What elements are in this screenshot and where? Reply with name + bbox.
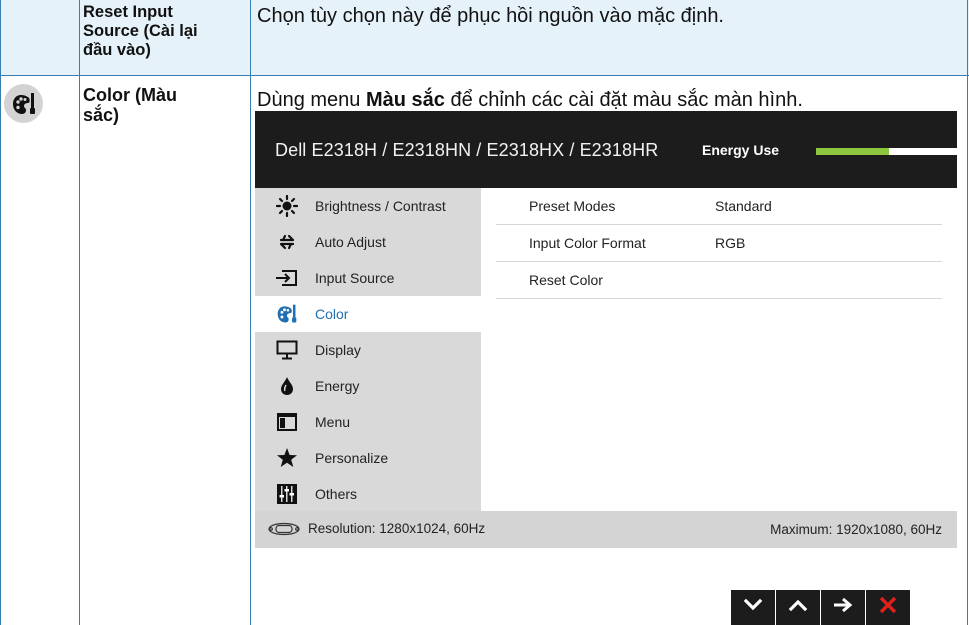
desc-text: để chỉnh các cài đặt màu sắc màn hình.	[444, 89, 803, 111]
option-value: Standard	[715, 198, 772, 214]
auto-adjust-arrows-icon	[275, 230, 299, 254]
energy-drop-icon	[275, 374, 299, 398]
option-input-color-format[interactable]: Input Color Format RGB	[496, 225, 942, 262]
menu-item-energy[interactable]: Energy	[255, 368, 481, 404]
menu-item-auto-adjust[interactable]: Auto Adjust	[255, 224, 481, 260]
resolution-text: Resolution: 1280x1024, 60Hz	[308, 521, 486, 536]
row-title-line: Source (Cài lại	[83, 22, 198, 40]
option-name: Reset Color	[529, 272, 603, 288]
sliders-icon	[275, 482, 299, 506]
table-border-col1	[79, 0, 80, 625]
row-title-line: sắc)	[83, 105, 120, 125]
row-title-color: Color (Màu sắc)	[83, 85, 177, 125]
energy-use-meter	[816, 148, 957, 155]
monitor-icon	[275, 338, 299, 362]
vga-connector-icon	[267, 522, 301, 536]
star-icon	[275, 446, 299, 470]
menu-item-label: Others	[315, 486, 358, 502]
desc-bold-text: Màu sắc	[365, 89, 445, 111]
chevron-up-icon	[788, 598, 808, 617]
menu-item-others[interactable]: Others	[255, 476, 481, 512]
input-source-icon	[275, 266, 299, 290]
table-border-col2	[250, 0, 251, 625]
close-icon	[879, 596, 897, 619]
menu-item-label: Color	[315, 306, 349, 322]
osd-main-menu: Brightness / Contrast Auto Adjust Input …	[255, 188, 481, 512]
menu-item-brightness-contrast[interactable]: Brightness / Contrast	[255, 188, 481, 224]
menu-item-personalize[interactable]: Personalize	[255, 440, 481, 476]
row-title-line: Color (Màu	[83, 85, 177, 105]
row-description-color: Dùng menu Màu sắc để chỉnh các cài đặt m…	[257, 88, 803, 112]
table-border-right	[967, 0, 968, 625]
osd-model-title: Dell E2318H / E2318HN / E2318HX / E2318H…	[275, 140, 659, 160]
energy-use-label: Energy Use	[702, 142, 780, 158]
menu-item-label: Menu	[315, 414, 351, 430]
energy-use-fill	[816, 148, 890, 155]
resolution-info: Resolution: 1280x1024, 60Hz	[267, 521, 485, 536]
option-preset-modes[interactable]: Preset Modes Standard	[496, 188, 942, 225]
osd-header: Dell E2318H / E2318HN / E2318HX / E2318H…	[255, 111, 957, 188]
nav-down-button[interactable]	[731, 590, 775, 625]
color-palette-icon	[4, 84, 43, 123]
nav-up-button[interactable]	[776, 590, 820, 625]
color-palette-icon	[275, 302, 299, 326]
option-reset-color[interactable]: Reset Color	[496, 262, 942, 299]
option-name: Input Color Format	[529, 235, 646, 251]
osd-menu-screenshot: Dell E2318H / E2318HN / E2318HX / E2318H…	[255, 111, 957, 548]
menu-item-label: Auto Adjust	[315, 234, 386, 250]
option-value: RGB	[715, 235, 746, 251]
row-description-reset-input-source: Chọn tùy chọn này để phục hồi nguồn vào …	[257, 5, 724, 27]
table-row-divider	[0, 75, 969, 76]
chevron-down-icon	[743, 598, 763, 617]
menu-item-label: Input Source	[315, 270, 395, 286]
option-name: Preset Modes	[529, 198, 616, 214]
nav-enter-button[interactable]	[821, 590, 865, 625]
menu-item-label: Personalize	[315, 450, 389, 466]
nav-exit-button[interactable]	[866, 590, 910, 625]
row-title-line: Reset Input	[83, 3, 173, 21]
row-title-reset-input-source: Reset Input Source (Cài lại đầu vào)	[83, 3, 198, 60]
arrow-right-icon	[832, 597, 854, 618]
desc-text: Dùng menu	[257, 89, 366, 111]
table-border-left	[0, 0, 1, 625]
osd-footer: Resolution: 1280x1024, 60Hz Maximum: 192…	[255, 511, 957, 548]
maximum-resolution-text: Maximum: 1920x1080, 60Hz	[770, 522, 942, 537]
row-title-line: đầu vào)	[83, 41, 151, 59]
sun-icon	[275, 194, 299, 218]
menu-item-input-source[interactable]: Input Source	[255, 260, 481, 296]
menu-item-display[interactable]: Display	[255, 332, 481, 368]
menu-window-icon	[275, 410, 299, 434]
menu-item-color[interactable]: Color	[255, 296, 481, 332]
menu-item-label: Display	[315, 342, 361, 358]
menu-item-label: Energy	[315, 378, 360, 394]
menu-item-menu[interactable]: Menu	[255, 404, 481, 440]
menu-item-label: Brightness / Contrast	[315, 198, 446, 214]
